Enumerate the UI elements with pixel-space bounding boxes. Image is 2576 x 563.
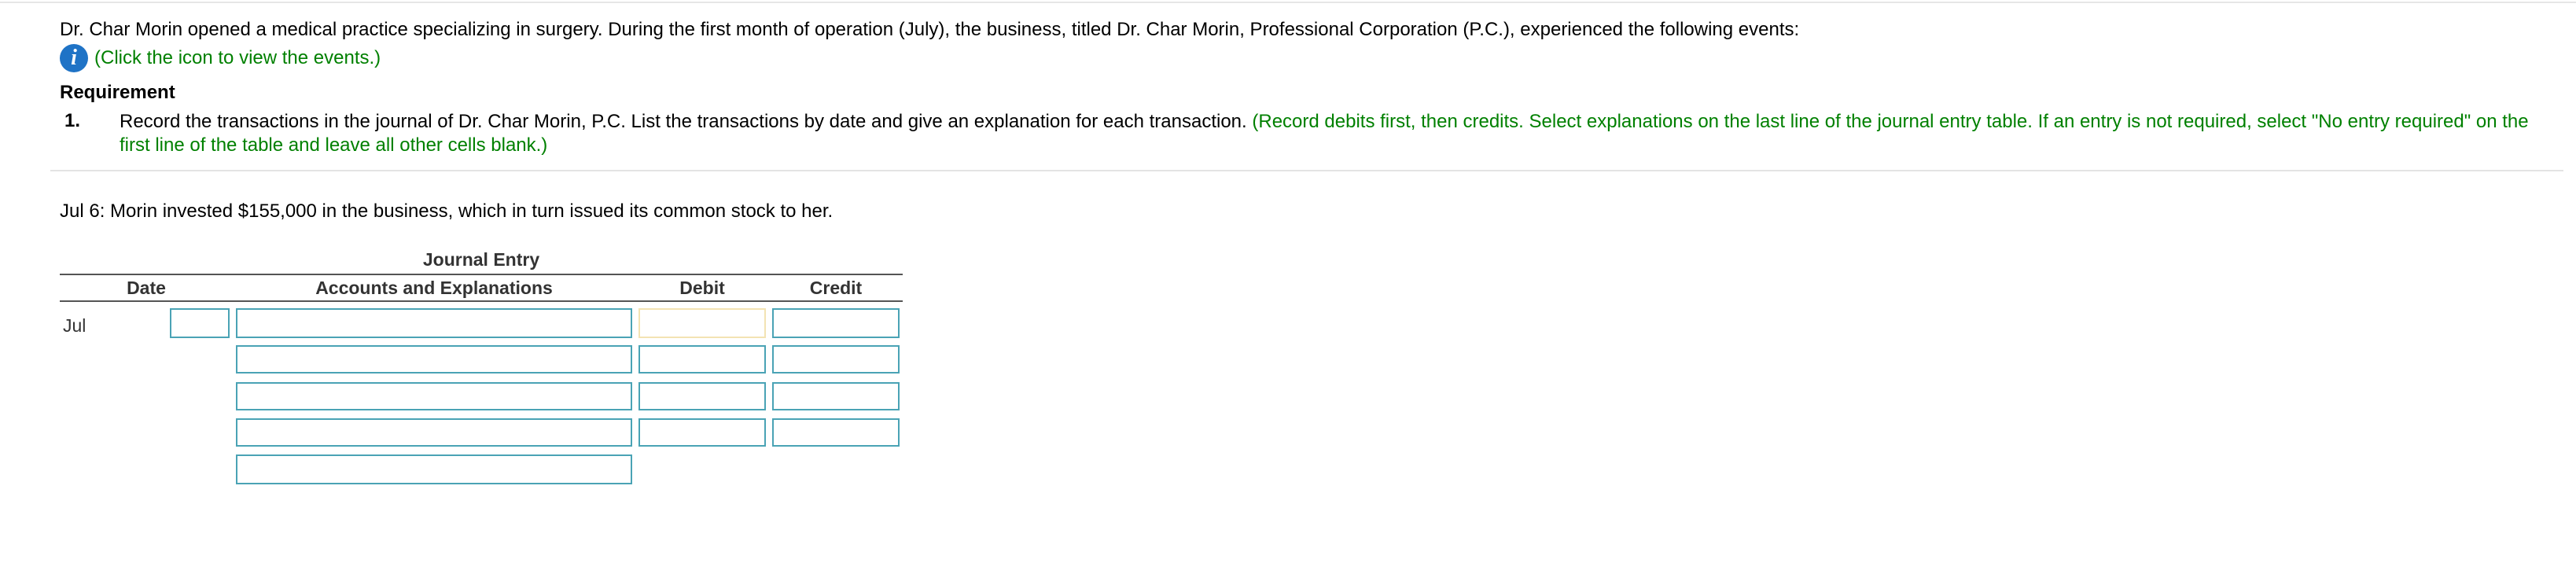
account-input-row-1[interactable]: [236, 308, 632, 338]
date-month-label: Jul: [63, 315, 86, 336]
debit-input-row-1[interactable]: [638, 308, 766, 338]
account-input-row-4[interactable]: [236, 418, 632, 447]
info-icon-glyph: i: [71, 46, 77, 70]
requirement-body: Record the transactions in the journal o…: [120, 110, 2549, 157]
credit-input-row-1[interactable]: [772, 308, 900, 338]
click-hint-text: (Click the icon to view the events.): [94, 47, 381, 68]
credit-input-row-4[interactable]: [772, 418, 900, 447]
requirement-text: Record the transactions in the journal o…: [120, 111, 1247, 132]
date-column-header: Date: [127, 278, 166, 298]
debit-column-header: Debit: [679, 278, 725, 298]
accounts-column-header: Accounts and Explanations: [315, 278, 553, 298]
requirement-heading: Requirement: [60, 82, 175, 103]
credit-input-row-3[interactable]: [772, 382, 900, 410]
section-divider: [50, 170, 2563, 171]
info-icon[interactable]: i: [60, 44, 88, 72]
date-day-input[interactable]: [170, 308, 230, 338]
journal-header-bottom-rule: [60, 300, 903, 302]
problem-intro: Dr. Char Morin opened a medical practice…: [60, 19, 1800, 40]
debit-input-row-4[interactable]: [638, 418, 766, 447]
explanation-input[interactable]: [236, 454, 632, 484]
credit-input-row-2[interactable]: [772, 345, 900, 373]
debit-input-row-2[interactable]: [638, 345, 766, 373]
journal-entry-title: Journal Entry: [422, 249, 540, 270]
view-events-hint: i (Click the icon to view the events.): [60, 44, 381, 72]
top-border: [0, 2, 2576, 3]
debit-input-row-3[interactable]: [638, 382, 766, 410]
requirement-number: 1.: [64, 110, 81, 131]
account-input-row-2[interactable]: [236, 345, 632, 373]
transaction-description: Jul 6: Morin invested $155,000 in the bu…: [60, 201, 834, 222]
journal-header-top-rule: [60, 274, 903, 275]
credit-column-header: Credit: [809, 278, 863, 298]
account-input-row-3[interactable]: [236, 382, 632, 410]
